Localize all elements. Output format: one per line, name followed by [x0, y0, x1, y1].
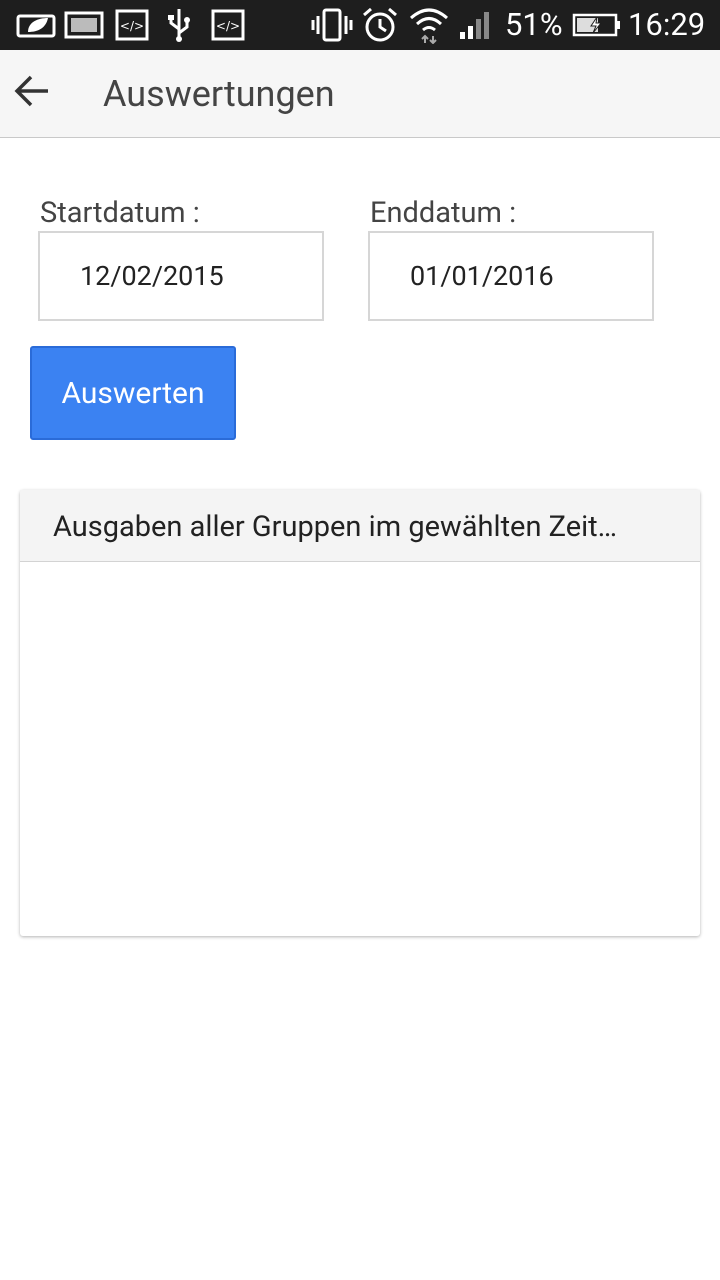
leaf-notification-icon [14, 8, 58, 42]
card-title: Ausgaben aller Gruppen im gewählten Zeit… [20, 490, 700, 562]
code-notification-icon: </> [115, 8, 149, 42]
svg-text:</>: </> [216, 19, 240, 33]
code-notification-icon: </> [211, 8, 245, 42]
evaluate-button-label: Auswerten [61, 375, 205, 411]
start-date-input[interactable] [38, 231, 324, 321]
battery-charging-icon [572, 8, 622, 42]
image-notification-icon [64, 8, 104, 42]
battery-percent: 51% [505, 6, 563, 43]
vibrate-icon [310, 8, 354, 42]
start-date-label: Startdatum : [40, 196, 200, 230]
signal-icon [458, 8, 494, 42]
usb-icon [164, 8, 194, 42]
expenses-card: Ausgaben aller Gruppen im gewählten Zeit… [20, 490, 700, 936]
back-button[interactable] [8, 69, 56, 117]
end-date-input[interactable] [368, 231, 654, 321]
page-title: Auswertungen [103, 73, 335, 115]
clock: 16:29 [628, 6, 706, 43]
end-date-label: Enddatum : [370, 196, 517, 230]
evaluate-button[interactable]: Auswerten [30, 346, 236, 440]
wifi-icon [408, 8, 450, 44]
arrow-left-icon [14, 74, 50, 112]
svg-text:</>: </> [120, 19, 144, 33]
card-body [20, 562, 700, 935]
app-bar: Auswertungen [0, 50, 720, 138]
status-bar: </> </> 51% 16:29 [0, 0, 720, 50]
alarm-icon [360, 7, 400, 42]
